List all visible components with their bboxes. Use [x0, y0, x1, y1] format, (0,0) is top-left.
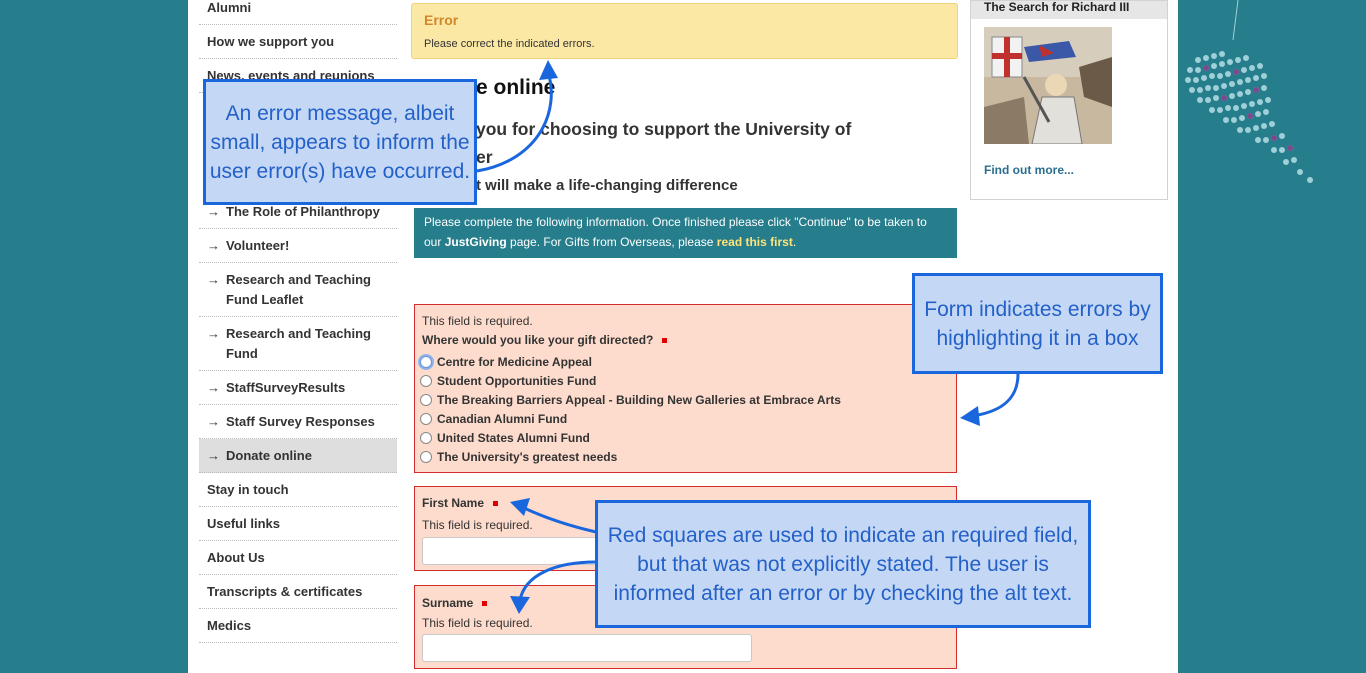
sidebar-item-staff-survey-responses[interactable]: → Staff Survey Responses — [199, 405, 397, 439]
gift-direction-field: This field is required. Where would you … — [414, 304, 957, 473]
arrow-right-icon: → — [207, 326, 220, 341]
error-text: Please correct the indicated errors. — [424, 38, 595, 50]
sidebar-item-about-us[interactable]: About Us — [199, 541, 397, 575]
sidebar-item-transcripts[interactable]: Transcripts & certificates — [199, 575, 397, 609]
surname-input[interactable] — [422, 634, 752, 662]
sidebar-item-research-teaching-fund[interactable]: → Research and Teaching Fund — [199, 317, 397, 371]
sidebar-item-donate-online[interactable]: → Donate online — [199, 439, 397, 473]
radio-icon[interactable] — [420, 431, 432, 444]
error-message-box: Error Please correct the indicated error… — [411, 3, 958, 59]
gift-option-radio[interactable]: Student Opportunities Fund — [420, 371, 596, 390]
first-name-label: First Name — [422, 496, 499, 510]
surname-label: Surname — [422, 596, 488, 610]
sidebar-item-alumni[interactable]: Alumni — [199, 0, 397, 25]
page-subheading: you for choosing to support the Universi… — [476, 119, 852, 167]
info-banner: Please complete the following informatio… — [414, 208, 957, 258]
required-message: This field is required. — [422, 616, 533, 630]
arrow-right-icon: → — [207, 380, 220, 395]
promo-title: The Search for Richard III — [971, 1, 1167, 19]
gift-option-radio[interactable]: The Breaking Barriers Appeal - Building … — [420, 390, 841, 409]
sidebar-item-research-teaching-leaflet[interactable]: → Research and Teaching Fund Leaflet — [199, 263, 397, 317]
gift-option-radio[interactable]: United States Alumni Fund — [420, 428, 590, 447]
map-decoration — [1185, 0, 1313, 183]
radio-icon[interactable] — [420, 412, 432, 425]
sidebar-item-stay-in-touch[interactable]: Stay in touch — [199, 473, 397, 507]
required-annotation-callout: Red squares are used to indicate an requ… — [595, 500, 1091, 628]
error-title: Error — [424, 12, 459, 28]
required-message: This field is required. — [422, 518, 533, 532]
radio-icon[interactable] — [420, 374, 432, 387]
radio-icon[interactable] — [420, 450, 432, 463]
error-annotation-callout: An error message, albeit small, appears … — [203, 79, 477, 205]
sidebar-item-staff-survey-results[interactable]: → StaffSurveyResults — [199, 371, 397, 405]
sidebar-item-medics[interactable]: Medics — [199, 609, 397, 643]
promo-box: The Search for Richard III Find out more… — [970, 0, 1168, 200]
gift-option-radio[interactable]: The University's greatest needs — [420, 447, 617, 466]
sidebar-item-how-we-support[interactable]: How we support you — [199, 25, 397, 59]
radio-icon[interactable] — [420, 393, 432, 406]
arrow-right-icon: → — [207, 414, 220, 429]
required-message: This field is required. — [422, 314, 533, 328]
required-marker-icon — [493, 501, 499, 507]
read-this-first-link[interactable]: read this first — [717, 235, 793, 249]
page-title: e online — [476, 76, 556, 99]
required-marker-icon — [482, 601, 488, 607]
gift-option-radio[interactable]: Centre for Medicine Appeal — [420, 352, 592, 371]
arrow-right-icon: → — [207, 204, 220, 219]
richard-iii-illustration[interactable] — [984, 27, 1112, 144]
page-tagline: t will make a life-changing difference — [476, 177, 738, 194]
required-marker-icon — [662, 338, 668, 344]
find-out-more-link[interactable]: Find out more... — [984, 163, 1074, 177]
radio-icon[interactable] — [420, 355, 432, 368]
sidebar-item-useful-links[interactable]: Useful links — [199, 507, 397, 541]
arrow-right-icon: → — [207, 238, 220, 253]
arrow-right-icon: → — [207, 272, 220, 287]
arrow-right-icon: → — [207, 448, 220, 463]
sidebar-item-volunteer[interactable]: → Volunteer! — [199, 229, 397, 263]
box-annotation-callout: Form indicates errors by highlighting it… — [912, 273, 1163, 374]
gift-option-radio[interactable]: Canadian Alumni Fund — [420, 409, 567, 428]
gift-question-label: Where would you like your gift directed? — [422, 333, 668, 347]
